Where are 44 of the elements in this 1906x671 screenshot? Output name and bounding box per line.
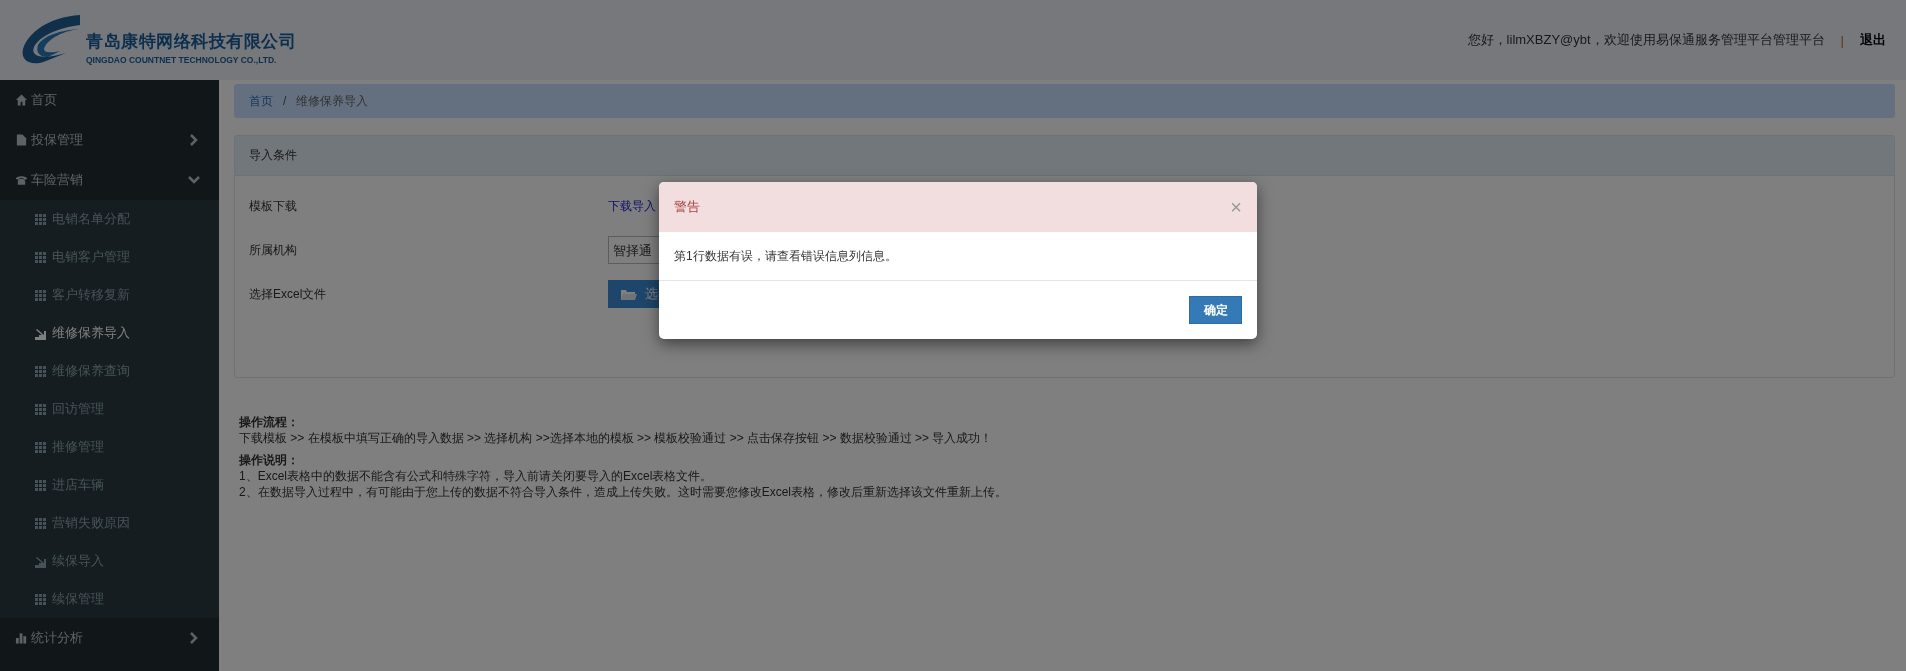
section-heading: 操作流程： (239, 414, 300, 430)
greeting-text: 您好，lilmXBZY@ybt，欢迎使用易保通服务管理平台管理平台 (1467, 31, 1825, 49)
instruction-text: 2、在数据导入过程中，有可能由于您上传的数据不符合导入条件，造成上传失败。这时需要您修改Excel表格，修改后重新选择该文件重新上传。 (239, 484, 1009, 500)
separator: | (1840, 32, 1844, 48)
sidebar-item[interactable]: 统计分析 (0, 618, 219, 658)
company-name-english: QINGDAO COUNTNET TECHNOLOGY CO.,LTD. (86, 54, 278, 65)
form-label: 模板下载 (249, 198, 298, 215)
breadcrumb-link[interactable]: 首页 (249, 92, 273, 110)
grid-icon (34, 478, 47, 492)
grid-icon (34, 212, 47, 226)
sidebar-item[interactable]: 投保管理 (0, 120, 219, 160)
sidebar-item[interactable]: 车险营销 (0, 160, 219, 200)
close-button[interactable]: × (1230, 197, 1242, 217)
breadcrumb-separator: / (283, 94, 287, 108)
confirm-button[interactable]: 确定 (1189, 296, 1242, 324)
home-icon (15, 93, 28, 107)
section-heading: 操作说明： (239, 452, 300, 468)
dialog-title: 警告 (674, 198, 701, 216)
grid-icon (34, 440, 47, 454)
form-label: 所属机构 (249, 242, 298, 259)
grid-icon (34, 364, 47, 378)
download-link[interactable]: 下载导入 (608, 192, 656, 215)
folder-icon (620, 287, 637, 301)
submenu-item[interactable]: 维修保养导入 (0, 314, 219, 352)
logout-link[interactable]: 退出 (1860, 31, 1886, 49)
choose-file-button[interactable]: 选 (608, 280, 659, 308)
breadcrumb-current: 维修保养导入 (296, 92, 369, 110)
import-icon (34, 326, 47, 340)
document-icon (15, 133, 28, 147)
sidebar-item[interactable]: 首页 (0, 80, 219, 120)
grid-icon (34, 516, 47, 530)
bar-chart-icon (15, 631, 28, 645)
grid-icon (34, 592, 47, 606)
instruction-text: 下载模板 >> 在模板中填写正确的导入数据 >> 选择机构 >>选择本地的模板 >> 模板校验通过 >> 点击保存按钮 >> 数据校验通过 >> 导入成功！ (239, 430, 994, 446)
grid-icon (34, 288, 47, 302)
panel-title: 导入条件 (249, 147, 297, 164)
dialog-message: 第1行数据有误，请查看错误信息列信息。 (674, 247, 897, 265)
import-icon (34, 554, 47, 568)
instruction-text: 1、Excel表格中的数据不能含有公式和特殊字符，导入前请关闭要导入的Excel表格文件。 (239, 468, 714, 484)
form-label: 选择Excel文件 (249, 286, 328, 303)
company-name: 青岛康特网络科技有限公司 (86, 30, 296, 53)
grid-icon (34, 250, 47, 264)
grid-icon (34, 402, 47, 416)
telephone-icon (15, 173, 28, 187)
